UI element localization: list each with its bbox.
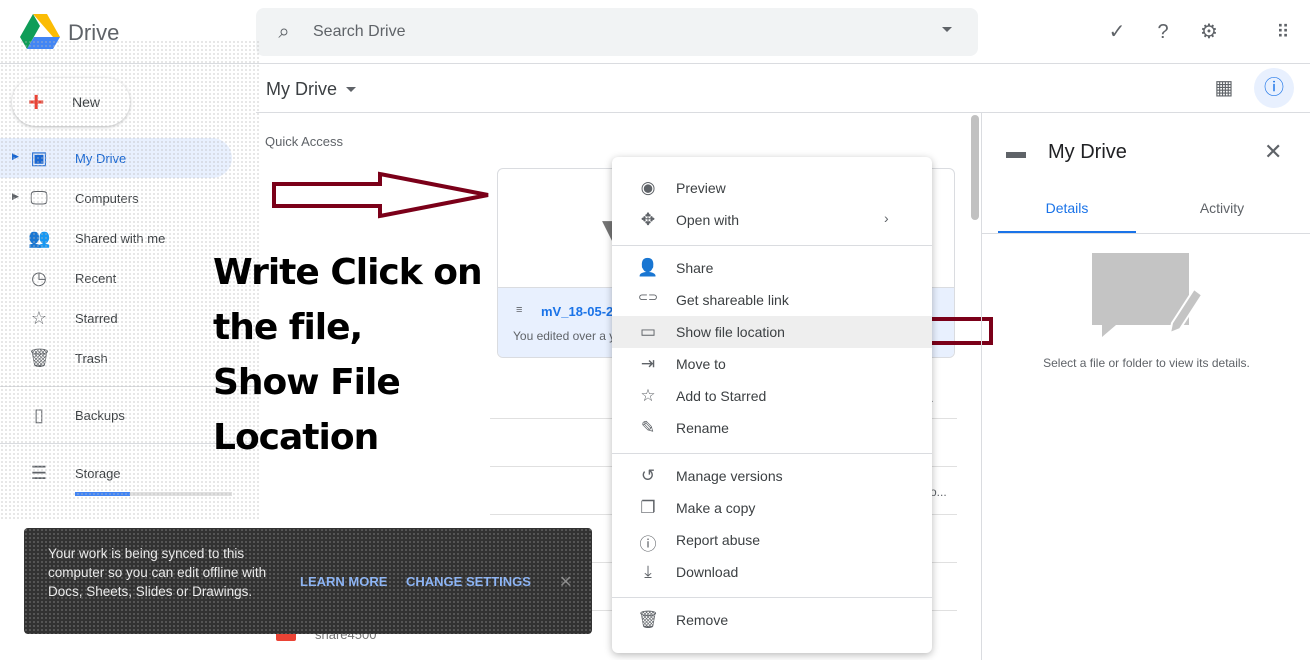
details-title: My Drive <box>1048 141 1127 163</box>
settings-icon[interactable]: ⚙ <box>1197 20 1221 44</box>
menu-separator <box>612 245 932 246</box>
annotation-text: Write Click on the file, Show File Location <box>213 252 483 458</box>
copy-icon: ❐ <box>640 498 656 517</box>
pencil-icon: ✎ <box>640 418 656 437</box>
noise-overlay <box>24 528 592 634</box>
star-icon: ☆ <box>640 386 656 405</box>
close-icon[interactable]: ✕ <box>1264 139 1282 165</box>
search-input[interactable]: ⌕ Search Drive <box>256 8 978 56</box>
info-icon[interactable]: ⓘ <box>1254 68 1294 108</box>
folder-icon: ▬ <box>1006 141 1026 163</box>
details-empty-text: Select a file or folder to view its deta… <box>1043 356 1250 370</box>
download-icon: ⤓ <box>644 562 652 581</box>
move-to-folder-icon: ⇥ <box>640 354 656 373</box>
menu-item-open-with[interactable]: ✥ Open with › <box>612 204 932 236</box>
move-arrows-icon: ✥ <box>640 210 656 229</box>
menu-item-get-link[interactable]: ⊂⊃ Get shareable link <box>612 284 932 316</box>
eye-icon: ◉ <box>640 178 656 197</box>
menu-separator <box>612 597 932 598</box>
row-truncated-text: o... <box>930 485 947 499</box>
alert-icon: ⓘ <box>639 535 657 554</box>
scrollbar[interactable] <box>971 115 979 220</box>
menu-item-share[interactable]: 👤 Share <box>612 252 932 284</box>
tab-activity[interactable]: Activity <box>1152 193 1292 234</box>
chevron-right-icon: › <box>884 210 889 226</box>
menu-item-remove[interactable]: 🗑 Remove <box>612 604 932 636</box>
sync-toast: Your work is being synced to this comput… <box>24 528 592 634</box>
search-icon[interactable]: ⌕ <box>272 20 296 44</box>
tab-details[interactable]: Details <box>998 193 1136 234</box>
annotation-arrow-right <box>272 171 489 219</box>
menu-item-make-copy[interactable]: ❐ Make a copy <box>612 492 932 524</box>
content-header: My Drive ▦ ⓘ <box>256 64 1310 113</box>
history-icon: ↺ <box>640 466 656 485</box>
file-icon: ≡ <box>516 304 523 316</box>
offline-check-icon[interactable]: ✓ <box>1105 20 1129 44</box>
link-icon: ⊂⊃ <box>637 290 659 304</box>
context-menu: ◉ Preview ✥ Open with › 👤 Share ⊂⊃ Get sharea… <box>612 157 932 653</box>
details-panel: ▬ My Drive ✕ Details Activity Select a f… <box>981 113 1310 660</box>
comment-edit-icon <box>1092 253 1202 337</box>
file-name: mV_18-05-2 <box>541 304 614 319</box>
menu-separator <box>612 453 932 454</box>
menu-item-move-to[interactable]: ⇥ Move to <box>612 348 932 380</box>
file-subtitle: You edited over a y <box>513 329 616 343</box>
person-add-icon: 👤 <box>637 258 659 277</box>
menu-item-preview[interactable]: ◉ Preview <box>612 172 932 204</box>
search-placeholder: Search Drive <box>313 23 406 40</box>
menu-item-manage-versions[interactable]: ↺ Manage versions <box>612 460 932 492</box>
quick-access-label: Quick Access <box>265 134 344 149</box>
folder-icon: ▭ <box>639 322 657 341</box>
menu-item-download[interactable]: ⤓ Download <box>612 556 932 588</box>
menu-item-add-to-starred[interactable]: ☆ Add to Starred <box>612 380 932 412</box>
trash-icon: 🗑 <box>637 610 659 629</box>
menu-item-report-abuse[interactable]: ⓘ Report abuse <box>612 524 932 556</box>
grid-view-icon[interactable]: ▦ <box>1212 76 1236 100</box>
page-title[interactable]: My Drive <box>266 79 337 100</box>
help-icon[interactable]: ? <box>1151 20 1175 44</box>
apps-grid-icon[interactable]: ⠿ <box>1271 20 1295 44</box>
search-options-icon[interactable] <box>942 27 952 37</box>
menu-item-rename[interactable]: ✎ Rename <box>612 412 932 444</box>
menu-item-show-file-location[interactable]: ▭ Show file location <box>612 316 932 348</box>
chevron-down-icon[interactable] <box>346 87 356 97</box>
